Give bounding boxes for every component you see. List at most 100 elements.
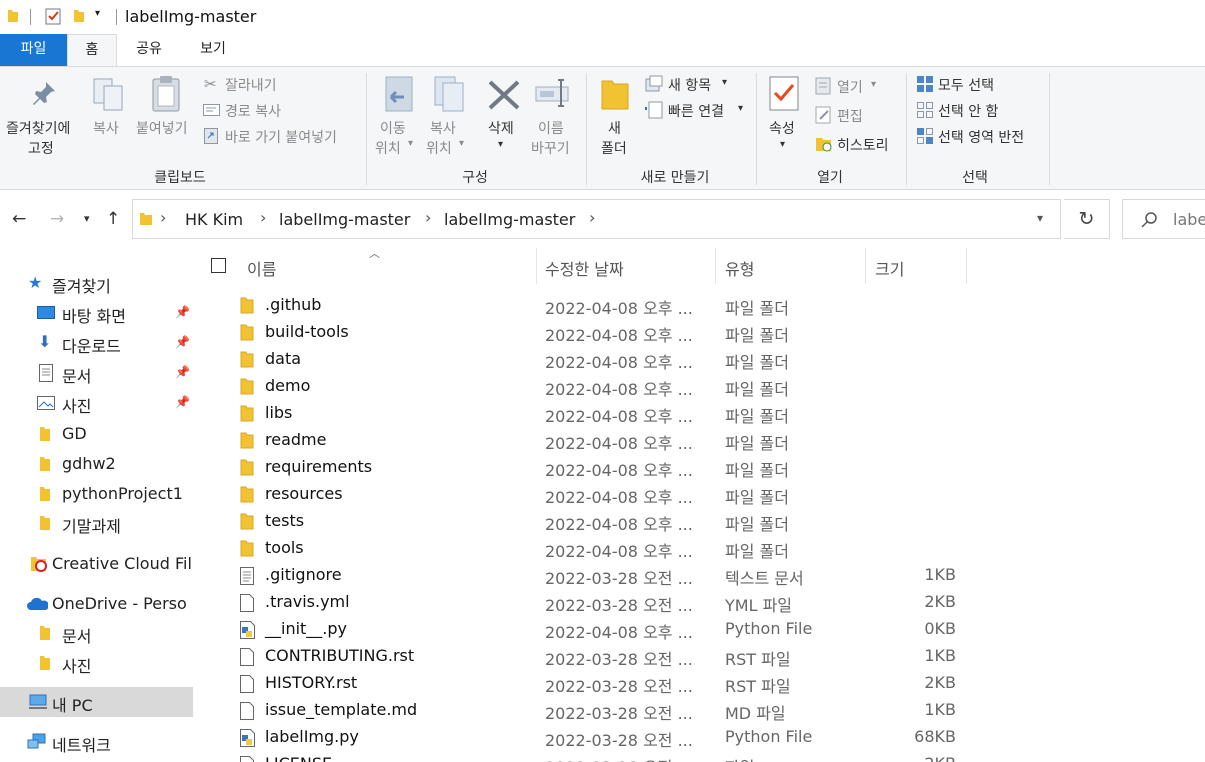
forward-arrow-icon[interactable]: → bbox=[50, 209, 64, 229]
file-type: 파일 폴더 bbox=[725, 407, 789, 426]
sidebar-item-this-pc[interactable]: 내 PC bbox=[0, 687, 193, 717]
easy-access-label: 빠른 연결 bbox=[668, 104, 724, 120]
sidebar-item-quick-access[interactable]: ★ 즐겨찾기 bbox=[0, 268, 193, 298]
file-row[interactable]: HISTORY.rst 2022-03-28 오전 ... RST 파일 2KB bbox=[194, 670, 1205, 697]
sidebar-item-gdhw2[interactable]: gdhw2 bbox=[0, 449, 193, 479]
folder-icon bbox=[240, 297, 254, 318]
refresh-button[interactable]: ↻ bbox=[1064, 199, 1110, 239]
rename-icon bbox=[535, 79, 569, 107]
breadcrumb-labelimg-master[interactable]: labelImg-master bbox=[279, 210, 410, 229]
sidebar-item-documents[interactable]: 문서 📌 bbox=[0, 358, 193, 388]
sidebar-item-onedrive[interactable]: OneDrive - Perso bbox=[0, 589, 193, 619]
python-file-icon bbox=[240, 729, 256, 751]
properties-label: 속성 bbox=[769, 121, 795, 137]
copy-path-icon bbox=[203, 104, 220, 116]
download-icon: ⬇ bbox=[38, 332, 52, 351]
file-row[interactable]: __init__.py 2022-04-08 오후 ... Python File 0… bbox=[194, 616, 1205, 643]
breadcrumb-labelimg-master-current[interactable]: labelImg-master bbox=[444, 210, 575, 229]
sidebar-item-label: 기말과제 bbox=[62, 517, 121, 536]
file-row[interactable]: labelImg.py 2022-03-28 오전 ... Python File 6… bbox=[194, 724, 1205, 751]
tab-share[interactable]: 공유 bbox=[124, 34, 174, 66]
file-modified-date: 2022-04-08 오후 ... bbox=[545, 380, 693, 399]
file-row[interactable]: LICENSE 2022-03-28 오전 ... 파일 2KB bbox=[194, 751, 1205, 762]
folder-icon bbox=[240, 540, 254, 561]
folder-icon bbox=[8, 10, 18, 22]
file-row[interactable]: requirements 2022-04-08 오후 ... 파일 폴더 bbox=[194, 454, 1205, 481]
python-file-icon bbox=[240, 621, 256, 643]
file-modified-date: 2022-04-08 오후 ... bbox=[545, 623, 693, 642]
address-history-chevron-icon[interactable]: ▾ bbox=[1037, 211, 1043, 225]
folder-icon bbox=[40, 516, 50, 530]
column-type[interactable]: 유형 bbox=[725, 256, 754, 280]
sidebar-item-desktop[interactable]: 바탕 화면 📌 bbox=[0, 298, 193, 328]
tab-file[interactable]: 파일 bbox=[0, 34, 67, 66]
file-name: resources bbox=[265, 484, 343, 503]
breadcrumb-separator-icon[interactable]: › bbox=[425, 208, 431, 227]
properties-icon bbox=[769, 76, 799, 111]
column-name[interactable]: 이름 bbox=[247, 256, 276, 280]
tab-view[interactable]: 보기 bbox=[188, 34, 238, 66]
sidebar-item-network[interactable]: 네트워크 bbox=[0, 727, 193, 757]
sidebar-item-pictures[interactable]: 사진 📌 bbox=[0, 388, 193, 418]
breadcrumb-hk-kim[interactable]: HK Kim bbox=[185, 210, 243, 229]
file-row[interactable]: readme 2022-04-08 오후 ... 파일 폴더 bbox=[194, 427, 1205, 454]
column-divider[interactable] bbox=[966, 248, 967, 284]
select-all-label: 모두 선택 bbox=[938, 78, 994, 94]
sidebar-item-label: 문서 bbox=[62, 627, 92, 646]
folder-icon bbox=[40, 626, 50, 640]
file-row[interactable]: libs 2022-04-08 오후 ... 파일 폴더 bbox=[194, 400, 1205, 427]
file-row[interactable]: .travis.yml 2022-03-28 오전 ... YML 파일 2KB bbox=[194, 589, 1205, 616]
rename-label-1: 이름 bbox=[538, 121, 564, 137]
copy-path-label: 경로 복사 bbox=[225, 104, 281, 120]
file-row[interactable]: build-tools 2022-04-08 오후 ... 파일 폴더 bbox=[194, 319, 1205, 346]
edit-label: 편집 bbox=[837, 109, 863, 125]
sidebar-item-creative-cloud[interactable]: Creative Cloud Fil bbox=[0, 549, 193, 579]
pin-label-2: 고정 bbox=[28, 141, 54, 157]
properties-quick-icon[interactable] bbox=[45, 8, 63, 26]
picture-icon bbox=[37, 396, 55, 410]
column-modified[interactable]: 수정한 날짜 bbox=[545, 256, 624, 280]
sidebar-item-onedrive-documents[interactable]: 문서 bbox=[0, 618, 193, 648]
up-arrow-icon[interactable]: ↑ bbox=[106, 209, 120, 229]
sort-ascending-icon: ︿ bbox=[369, 247, 380, 260]
file-modified-date: 2022-04-08 오후 ... bbox=[545, 407, 693, 426]
file-size: 1KB bbox=[924, 646, 956, 665]
column-divider[interactable] bbox=[865, 248, 866, 284]
new-folder-quick-icon[interactable] bbox=[72, 8, 86, 24]
pin-icon: 📌 bbox=[175, 365, 190, 379]
navigation-bar: ← → ▾ ↑ › HK Kim › labelImg-master › lab… bbox=[0, 190, 1205, 248]
sidebar-item-pythonproject1[interactable]: pythonProject1 bbox=[0, 479, 193, 509]
customize-toolbar-chevron-icon[interactable]: ▾ bbox=[95, 8, 100, 19]
easy-access-icon bbox=[645, 101, 663, 119]
sidebar-item-final-project[interactable]: 기말과제 bbox=[0, 508, 193, 538]
address-bar[interactable]: › HK Kim › labelImg-master › labelImg-ma… bbox=[132, 199, 1061, 239]
tab-home[interactable]: 홈 bbox=[67, 34, 117, 66]
breadcrumb-separator-icon[interactable]: › bbox=[160, 208, 166, 227]
file-row[interactable]: tools 2022-04-08 오후 ... 파일 폴더 bbox=[194, 535, 1205, 562]
sidebar-item-downloads[interactable]: ⬇ 다운로드 📌 bbox=[0, 328, 193, 358]
file-row[interactable]: demo 2022-04-08 오후 ... 파일 폴더 bbox=[194, 373, 1205, 400]
file-name: CONTRIBUTING.rst bbox=[265, 646, 415, 665]
breadcrumb-separator-icon[interactable]: › bbox=[260, 208, 266, 227]
file-row[interactable]: tests 2022-04-08 오후 ... 파일 폴더 bbox=[194, 508, 1205, 535]
file-row[interactable]: CONTRIBUTING.rst 2022-03-28 오전 ... RST 파일 1… bbox=[194, 643, 1205, 670]
column-divider[interactable] bbox=[536, 248, 537, 284]
sidebar-item-gd[interactable]: GD bbox=[0, 419, 193, 449]
file-row[interactable]: .github 2022-04-08 오후 ... 파일 폴더 bbox=[194, 292, 1205, 319]
move-to-label-2: 위치 bbox=[375, 141, 401, 157]
back-arrow-icon[interactable]: ← bbox=[12, 209, 26, 229]
file-row[interactable]: issue_template.md 2022-03-28 오전 ... MD 파일 1… bbox=[194, 697, 1205, 724]
file-row[interactable]: data 2022-04-08 오후 ... 파일 폴더 bbox=[194, 346, 1205, 373]
sidebar-item-onedrive-pictures[interactable]: 사진 bbox=[0, 648, 193, 678]
recent-locations-chevron-icon[interactable]: ▾ bbox=[84, 212, 90, 225]
select-all-checkbox[interactable] bbox=[211, 258, 226, 273]
file-size: 68KB bbox=[914, 727, 956, 746]
column-size[interactable]: 크기 bbox=[875, 256, 904, 280]
breadcrumb-separator-icon[interactable]: › bbox=[589, 208, 595, 227]
file-row[interactable]: resources 2022-04-08 오후 ... 파일 폴더 bbox=[194, 481, 1205, 508]
column-divider[interactable] bbox=[715, 248, 716, 284]
file-type: 파일 폴더 bbox=[725, 380, 789, 399]
file-row[interactable]: .gitignore 2022-03-28 오전 ... 텍스트 문서 1KB bbox=[194, 562, 1205, 589]
file-icon bbox=[240, 702, 254, 724]
search-input[interactable]: labe bbox=[1122, 199, 1205, 239]
